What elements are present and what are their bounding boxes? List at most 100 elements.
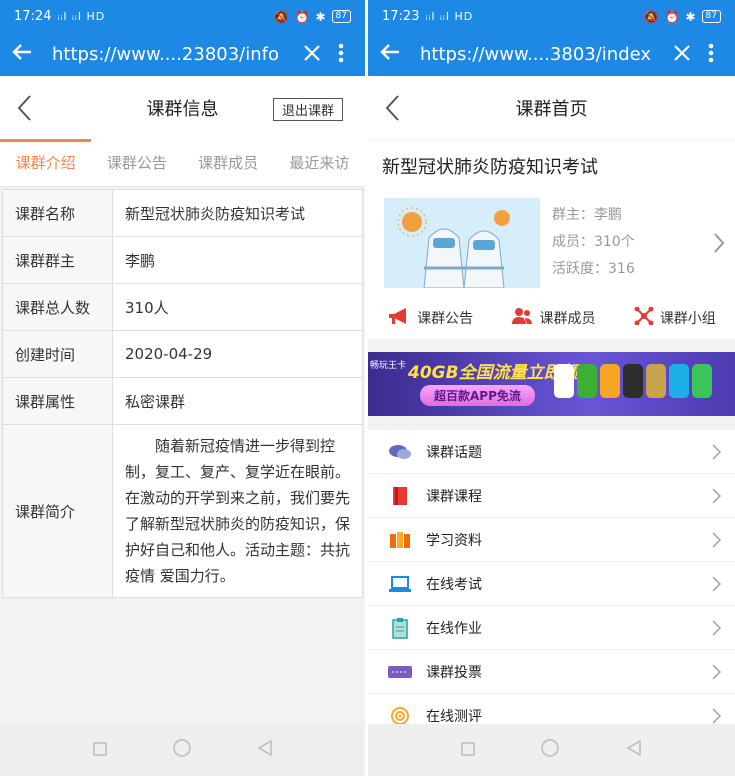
more-menu-icon[interactable]: [329, 43, 353, 67]
menu-item-label: 课群课程: [426, 488, 482, 505]
members-text: 成员：310个: [552, 234, 635, 250]
back-arrow-icon[interactable]: [380, 42, 416, 67]
row-key: 创建时间: [2, 330, 113, 378]
menu-item-label: 在线考试: [426, 576, 482, 593]
bluetooth-icon: ✱: [315, 9, 326, 24]
quick-links: 课群公告 课群成员 课群小组: [368, 297, 735, 339]
course-cover-image: [384, 198, 540, 288]
mute-icon: 🔕: [273, 9, 289, 24]
chevron-right-icon: [712, 664, 722, 684]
back-triangle-icon[interactable]: [626, 739, 642, 761]
chevron-right-icon: [712, 444, 722, 464]
status-time: 17:24: [14, 9, 52, 24]
signal-indicator: ᵢᵢl ᵢᵢl HD: [57, 10, 106, 23]
row-key: 课群属性: [2, 377, 113, 425]
menu-item-homework[interactable]: 在线作业: [368, 606, 735, 650]
quick-link-label: 课群小组: [659, 311, 716, 327]
row-key: 课群群主: [2, 236, 113, 284]
exit-group-button[interactable]: 退出课群: [272, 98, 343, 121]
quick-link-label: 课群公告: [417, 311, 474, 327]
network-icon: [634, 306, 654, 329]
menu-item-materials[interactable]: 学习资料: [368, 518, 735, 562]
row-value: 新型冠状肺炎防疫知识考试: [112, 189, 363, 237]
left-phone-screen: 17:24 ᵢᵢl ᵢᵢl HD 🔕 ⏰ ✱ 87 https://www...…: [0, 0, 365, 776]
bluetooth-icon: ✱: [685, 9, 696, 24]
owner-text: 群主：李鹏: [552, 207, 622, 223]
course-name: 新型冠状肺炎防疫知识考试: [368, 140, 735, 192]
people-icon: [511, 307, 533, 329]
recents-square-icon[interactable]: [461, 741, 475, 760]
system-nav-bar: [368, 724, 735, 776]
group-info-table: 课群名称 新型冠状肺炎防疫知识考试 课群群主 李鹏 课群总人数 310人 创建时间 20…: [2, 189, 363, 598]
row-key: 课群简介: [2, 424, 113, 598]
back-arrow-icon[interactable]: [12, 42, 48, 67]
row-value: 310人: [112, 283, 363, 331]
url-field[interactable]: https://www....3803/index: [416, 44, 665, 65]
banner-app-icons: [554, 364, 712, 398]
alarm-icon: ⏰: [664, 9, 680, 24]
course-summary-card[interactable]: 群主：李鹏 成员：310个 活跃度：316: [368, 192, 735, 297]
page-title: 课群信息: [146, 98, 219, 120]
chevron-left-icon[interactable]: [384, 94, 400, 126]
close-icon[interactable]: [295, 44, 329, 66]
table-row: 课群群主 李鹏: [2, 236, 363, 284]
menu-item-label: 学习资料: [426, 532, 482, 549]
chevron-right-icon: [712, 532, 722, 552]
recents-square-icon[interactable]: [92, 741, 107, 760]
table-row: 课群总人数 310人: [2, 283, 363, 331]
tab-bar: 课群介绍 课群公告 课群成员 最近来访: [0, 139, 365, 187]
book-icon: [386, 485, 414, 507]
page-title: 课群首页: [515, 98, 588, 120]
quick-link-announcements[interactable]: 课群公告: [387, 307, 473, 329]
row-value: 李鹏: [112, 236, 363, 284]
ad-banner[interactable]: 畅玩王卡 40GB全国流量立即领 超百款APP免流: [368, 352, 735, 416]
browser-bar: https://www....3803/index: [368, 33, 735, 76]
url-field[interactable]: https://www....23803/info: [48, 44, 295, 65]
menu-item-label: 课群话题: [426, 444, 482, 461]
tab-members[interactable]: 课群成员: [183, 139, 274, 186]
home-circle-icon[interactable]: [172, 738, 192, 762]
laptop-icon: [386, 573, 414, 595]
quick-link-groups[interactable]: 课群小组: [634, 306, 716, 329]
chevron-right-icon: [712, 488, 722, 508]
activity-text: 活跃度：316: [552, 261, 635, 277]
row-key: 课群总人数: [2, 283, 113, 331]
back-triangle-icon[interactable]: [257, 739, 273, 761]
quick-link-label: 课群成员: [539, 311, 596, 327]
menu-item-courses[interactable]: 课群课程: [368, 474, 735, 518]
row-value: 2020-04-29: [112, 330, 363, 378]
more-menu-icon[interactable]: [699, 43, 723, 67]
row-value: 私密课群: [112, 377, 363, 425]
row-key: 课群名称: [2, 189, 113, 237]
menu-item-online-exam[interactable]: 在线考试: [368, 562, 735, 606]
menu-item-voting[interactable]: 课群投票: [368, 650, 735, 694]
table-row: 课群属性 私密课群: [2, 377, 363, 425]
group-description: 随着新冠疫情进一步得到控制，复工、复产、复学近在眼前。在激动的开学到来之前，我们…: [112, 424, 363, 598]
menu-item-label: 在线测评: [426, 708, 482, 725]
menu-item-label: 在线作业: [426, 620, 482, 637]
chevron-right-icon[interactable]: [713, 232, 725, 258]
status-bar: 17:23 ᵢᵢl ᵢᵢl HD 🔕 ⏰ ✱ 87: [368, 0, 735, 33]
right-phone-screen: 17:23 ᵢᵢl ᵢᵢl HD 🔕 ⏰ ✱ 87 https://www...…: [368, 0, 735, 776]
status-time: 17:23: [382, 9, 420, 24]
menu-item-label: 课群投票: [426, 664, 482, 681]
chevron-left-icon[interactable]: [16, 94, 32, 126]
close-icon[interactable]: [665, 44, 699, 66]
quick-link-members[interactable]: 课群成员: [511, 307, 595, 329]
tab-intro[interactable]: 课群介绍: [0, 139, 92, 186]
banner-headline: 40GB全国流量立即领: [408, 363, 578, 383]
battery-icon: 87: [331, 10, 351, 23]
page-header: 课群信息 退出课群: [0, 76, 365, 139]
system-nav-bar: [0, 724, 365, 776]
tab-announcements[interactable]: 课群公告: [91, 139, 182, 186]
table-row: 创建时间 2020-04-29: [2, 330, 363, 378]
books-icon: [386, 529, 414, 551]
menu-item-topics[interactable]: 课群话题: [368, 430, 735, 474]
home-circle-icon[interactable]: [540, 738, 560, 762]
table-row: 课群简介 随着新冠疫情进一步得到控制，复工、复产、复学近在眼前。在激动的开学到来之…: [2, 424, 363, 598]
mute-icon: 🔕: [643, 9, 659, 24]
ticket-icon: [386, 661, 414, 683]
battery-icon: 87: [701, 10, 721, 23]
tab-recent-visitors[interactable]: 最近来访: [274, 139, 365, 186]
banner-subtitle: 超百款APP免流: [420, 385, 535, 406]
